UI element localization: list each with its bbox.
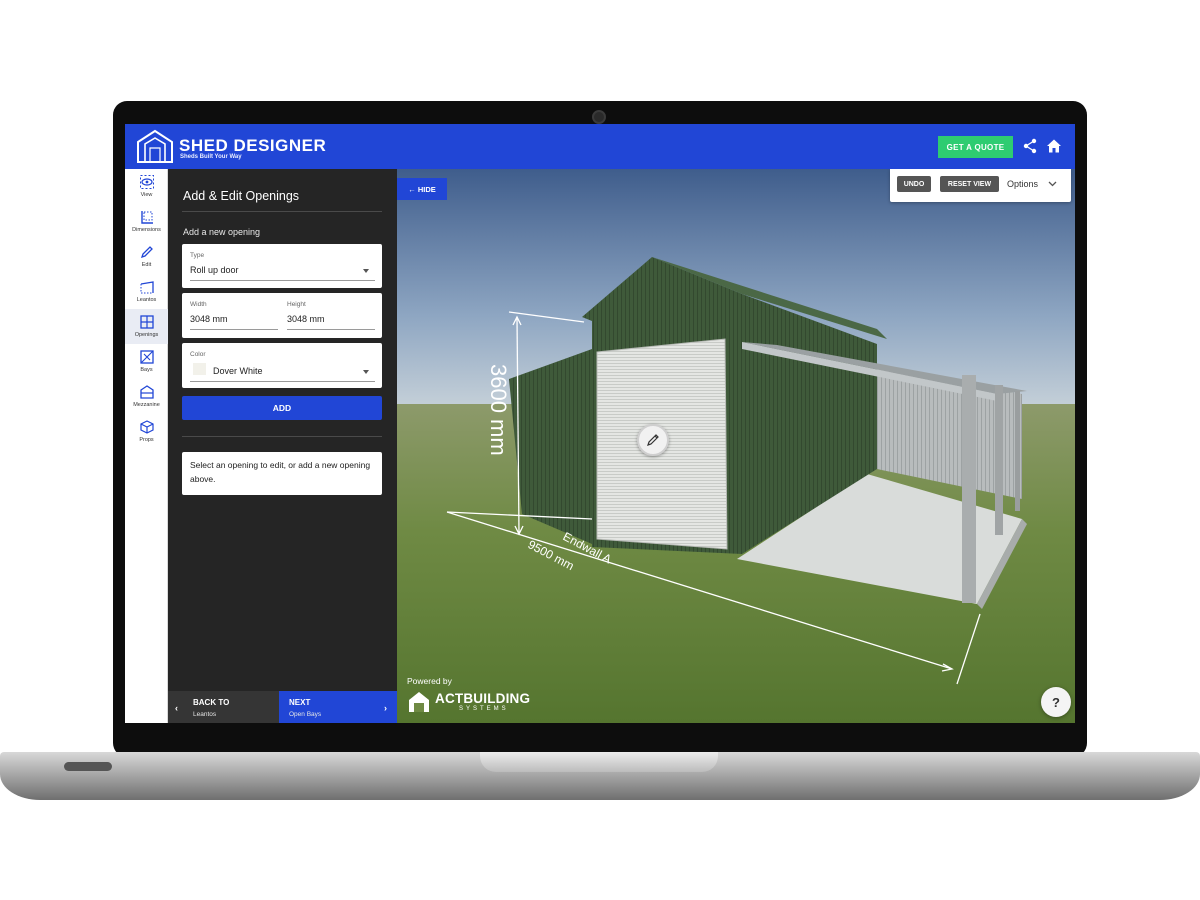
reset-view-button[interactable]: RESET VIEW [940, 176, 999, 192]
edit-hint: Select an opening to edit, or add a new … [182, 452, 382, 495]
color-swatch [193, 363, 206, 375]
rail-label: View [140, 192, 153, 198]
color-label: Color [190, 351, 206, 358]
pencil-icon [647, 434, 659, 446]
rail-item-edit[interactable]: Edit [125, 239, 168, 274]
rail-item-leantos[interactable]: Leantos [125, 274, 168, 309]
field-underline [190, 329, 278, 330]
back-label: BACK TO [193, 698, 230, 707]
cube-icon [139, 420, 154, 434]
act-name: ACTBUILDING [435, 691, 531, 706]
act-subtitle: SYSTEMS [459, 706, 509, 712]
view-toolbar: UNDO RESET VIEW Options [890, 169, 1071, 202]
edit-opening-handle[interactable] [637, 424, 669, 456]
section-label: Add a new opening [183, 227, 261, 237]
dimensions-card: Width 3048 mm Height 3048 mm [182, 293, 382, 338]
next-button[interactable]: NEXT Open Bays › [279, 691, 397, 723]
laptop-port [64, 762, 112, 771]
eye-icon [139, 175, 154, 189]
app-header: SHED DESIGNER Sheds Built Your Way GET A… [125, 124, 1075, 169]
panel-title: Add & Edit Openings [183, 189, 300, 203]
divider [182, 211, 382, 212]
shed-logo-icon [137, 129, 173, 163]
webcam [592, 110, 606, 124]
hide-panel-button[interactable]: ← HIDE [397, 178, 447, 200]
rail-item-view[interactable]: View [125, 169, 168, 204]
undo-button[interactable]: UNDO [897, 176, 931, 192]
chevron-right-icon: › [384, 703, 387, 713]
chevron-left-icon: ‹ [175, 703, 178, 713]
height-dimension-label: 3600 mm [486, 364, 511, 456]
add-button[interactable]: ADD [182, 396, 382, 420]
rail-label: Mezzanine [133, 402, 160, 408]
chevron-down-icon [363, 269, 369, 273]
rail-label: Leantos [136, 297, 157, 303]
leanto-icon [140, 281, 154, 294]
dimensions-icon [140, 211, 153, 224]
tool-rail: View Dimensions Edit Leantos Openings Ba… [125, 169, 168, 723]
height-label: Height [287, 301, 306, 308]
width-label: Width [190, 301, 207, 308]
act-building-logo: ACTBUILDING SYSTEMS [407, 690, 547, 718]
color-select[interactable]: Color Dover White [182, 343, 382, 388]
openings-icon [139, 315, 154, 329]
brand-subtitle: Sheds Built Your Way [180, 154, 242, 160]
rail-label: Edit [141, 262, 152, 268]
leanto-post [1015, 391, 1020, 511]
get-a-quote-button[interactable]: GET A QUOTE [938, 136, 1013, 158]
back-target: Leantos [193, 711, 217, 718]
rail-item-dimensions[interactable]: Dimensions [125, 204, 168, 239]
field-underline [287, 329, 375, 330]
rail-item-openings[interactable]: Openings [125, 309, 168, 344]
3d-viewport[interactable]: 3600 mm Endwall A 9500 mm ← HIDE UNDO RE… [397, 169, 1075, 723]
rail-label: Bays [140, 367, 153, 373]
type-select[interactable]: Type Roll up door [182, 244, 382, 288]
powered-by-label: Powered by [407, 676, 452, 686]
rail-label: Dimensions [132, 227, 161, 233]
pencil-icon [140, 246, 153, 259]
shed-3d-scene[interactable]: 3600 mm Endwall A 9500 mm [397, 169, 1075, 723]
laptop-notch [480, 752, 718, 772]
rail-label: Props [139, 437, 154, 443]
help-button[interactable]: ? [1041, 687, 1071, 717]
mezzanine-icon [139, 385, 154, 399]
back-button[interactable]: ‹ BACK TO Leantos [168, 691, 279, 723]
chevron-down-icon[interactable] [1048, 179, 1057, 188]
chevron-down-icon [363, 370, 369, 374]
type-value: Roll up door [190, 265, 239, 275]
bays-icon [139, 350, 154, 364]
leanto-post [962, 375, 976, 603]
type-label: Type [190, 252, 205, 259]
divider [182, 436, 382, 437]
rail-item-props[interactable]: Props [125, 414, 168, 449]
next-target: Open Bays [289, 711, 322, 718]
options-dropdown[interactable]: Options [1007, 179, 1038, 189]
openings-panel: Add & Edit Openings Add a new opening Ty… [168, 169, 397, 723]
rail-item-mezzanine[interactable]: Mezzanine [125, 379, 168, 414]
brand-title: SHED DESIGNER [179, 136, 327, 155]
home-icon[interactable] [1046, 138, 1062, 154]
field-underline [190, 280, 375, 281]
leanto-post [995, 385, 1003, 535]
height-field[interactable]: 3048 mm [287, 314, 325, 324]
width-field[interactable]: 3048 mm [190, 314, 228, 324]
app-screen: SHED DESIGNER Sheds Built Your Way GET A… [125, 124, 1075, 723]
color-value: Dover White [213, 366, 263, 376]
act-logo-icon [409, 692, 429, 712]
rail-item-bays[interactable]: Bays [125, 344, 168, 379]
next-label: NEXT [289, 698, 311, 707]
field-underline [190, 381, 375, 382]
share-icon[interactable] [1022, 138, 1038, 154]
rail-label: Openings [134, 332, 159, 338]
